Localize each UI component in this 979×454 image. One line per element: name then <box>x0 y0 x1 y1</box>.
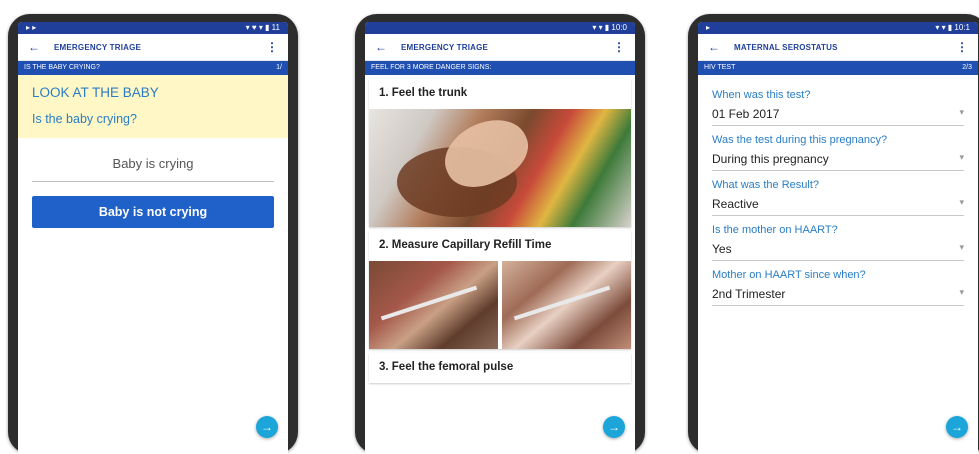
status-right: ▾ ▾ ▮ 10:0 <box>592 23 627 32</box>
back-arrow-icon[interactable]: ← <box>375 40 387 54</box>
dropdown-arrow-icon: ▾ <box>959 197 964 207</box>
field-value: Reactive <box>712 197 759 211</box>
field-label: Is the mother on HAART? <box>712 224 838 236</box>
section-progress: 1/ <box>276 64 282 71</box>
app-title: MATERNAL SEROSTATUS <box>734 42 838 52</box>
next-arrow-icon[interactable]: → <box>603 416 625 438</box>
field-label: Was the test during this pregnancy? <box>712 134 888 146</box>
card-title: 3. Feel the femoral pulse <box>379 361 514 373</box>
section-header: HIV TEST 2/3 <box>698 61 978 75</box>
field-value: 01 Feb 2017 <box>712 107 780 121</box>
instruction-card: 2. Measure Capillary Refill Time <box>369 231 631 349</box>
tube-figure <box>513 285 611 321</box>
capillary-refill-photos <box>369 261 631 349</box>
overflow-menu-icon[interactable]: ⋮ <box>613 40 625 54</box>
instruction-card: 3. Feel the femoral pulse <box>369 353 631 383</box>
question-text: Is the baby crying? <box>32 112 137 126</box>
section-label: IS THE BABY CRYING? <box>24 64 100 71</box>
tube-figure <box>380 285 478 321</box>
overflow-menu-icon[interactable]: ⋮ <box>956 40 968 54</box>
field-value: Yes <box>712 242 732 256</box>
dropdown-arrow-icon: ▾ <box>959 242 964 252</box>
section-header: FEEL FOR 3 MORE DANGER SIGNS: <box>365 61 635 75</box>
status-right: ▾ ▾ ▮ 10:1 <box>935 23 970 32</box>
instruction-card: 1. Feel the trunk <box>369 79 631 227</box>
section-progress: 2/3 <box>962 64 972 71</box>
section-header: IS THE BABY CRYING? 1/ <box>18 61 288 75</box>
tablet-emergency-triage-danger-signs: ▾ ▾ ▮ 10:0 ← EMERGENCY TRIAGE ⋮ FEEL FOR… <box>355 14 645 454</box>
hiv-test-form: When was this test? 01 Feb 2017 ▾ Was th… <box>698 75 978 312</box>
app-bar: ← EMERGENCY TRIAGE ⋮ <box>18 34 288 61</box>
back-arrow-icon[interactable]: ← <box>708 40 720 54</box>
section-label: FEEL FOR 3 MORE DANGER SIGNS: <box>371 64 492 71</box>
field-value: 2nd Trimester <box>712 287 786 301</box>
field-label: Mother on HAART since when? <box>712 269 866 281</box>
haart-status-dropdown[interactable]: Yes ▾ <box>712 236 964 261</box>
next-arrow-icon[interactable]: → <box>256 416 278 438</box>
status-bar: ▸ ▾ ▾ ▮ 10:1 <box>698 22 978 34</box>
look-heading: LOOK AT THE BABY <box>32 85 159 100</box>
section-label: HIV TEST <box>704 64 736 71</box>
option-baby-is-not-crying-button[interactable]: Baby is not crying <box>32 196 274 228</box>
overflow-menu-icon[interactable]: ⋮ <box>266 40 278 54</box>
app-title: EMERGENCY TRIAGE <box>401 42 489 52</box>
status-left: ▸ <box>706 23 711 32</box>
test-date-dropdown[interactable]: 01 Feb 2017 ▾ <box>712 101 964 126</box>
dropdown-arrow-icon: ▾ <box>959 107 964 117</box>
field-label: What was the Result? <box>712 179 819 191</box>
status-right: ▾ ♥ ▾ ▮ 11 <box>245 23 280 32</box>
field-label: When was this test? <box>712 89 811 101</box>
card-title: 1. Feel the trunk <box>379 87 468 99</box>
app-bar: ← EMERGENCY TRIAGE ⋮ <box>365 34 635 61</box>
screen: ▸ ▾ ▾ ▮ 10:1 ← MATERNAL SEROSTATUS ⋮ HIV… <box>698 22 978 454</box>
app-title: EMERGENCY TRIAGE <box>54 42 142 52</box>
next-arrow-icon[interactable]: → <box>946 416 968 438</box>
field-value: During this pregnancy <box>712 152 829 166</box>
question-panel: LOOK AT THE BABY Is the baby crying? <box>18 75 288 138</box>
capillary-photo-right <box>502 261 631 349</box>
option-baby-is-crying[interactable]: Baby is crying <box>32 156 274 182</box>
test-timing-dropdown[interactable]: During this pregnancy ▾ <box>712 146 964 171</box>
status-left: ▸ ▸ <box>26 23 37 32</box>
dropdown-arrow-icon: ▾ <box>959 152 964 162</box>
back-arrow-icon[interactable]: ← <box>28 40 40 54</box>
tablet-emergency-triage-crying: ▸ ▸ ▾ ♥ ▾ ▮ 11 ← EMERGENCY TRIAGE ⋮ IS T… <box>8 14 298 454</box>
card-title: 2. Measure Capillary Refill Time <box>379 239 552 251</box>
feel-trunk-photo <box>369 109 631 227</box>
status-bar: ▾ ▾ ▮ 10:0 <box>365 22 635 34</box>
tablet-maternal-serostatus: ▸ ▾ ▾ ▮ 10:1 ← MATERNAL SEROSTATUS ⋮ HIV… <box>688 14 979 454</box>
capillary-photo-left <box>369 261 498 349</box>
status-bar: ▸ ▸ ▾ ♥ ▾ ▮ 11 <box>18 22 288 34</box>
app-bar: ← MATERNAL SEROSTATUS ⋮ <box>698 34 978 61</box>
screen: ▸ ▸ ▾ ♥ ▾ ▮ 11 ← EMERGENCY TRIAGE ⋮ IS T… <box>18 22 288 454</box>
screen: ▾ ▾ ▮ 10:0 ← EMERGENCY TRIAGE ⋮ FEEL FOR… <box>365 22 635 454</box>
test-result-dropdown[interactable]: Reactive ▾ <box>712 191 964 216</box>
haart-since-dropdown[interactable]: 2nd Trimester ▾ <box>712 281 964 306</box>
dropdown-arrow-icon: ▾ <box>959 287 964 297</box>
